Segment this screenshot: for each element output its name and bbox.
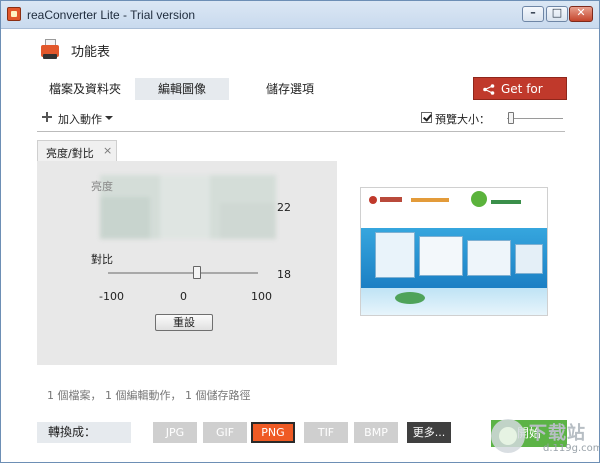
menu-title[interactable]: 功能表 [71, 41, 110, 60]
contrast-slider-track[interactable] [108, 272, 258, 274]
brightness-slider-blurred[interactable] [100, 175, 276, 239]
chevron-down-icon[interactable] [105, 116, 113, 120]
preview-image [360, 187, 548, 316]
app-window: reaConverter Lite - Trial version – □ ✕ … [0, 0, 600, 463]
site-watermark: 下载站 d.119g.com [479, 417, 600, 461]
plus-icon [42, 112, 52, 122]
format-gif-button[interactable]: GIF [203, 422, 247, 443]
brightness-value: 22 [277, 201, 291, 214]
close-icon: ✕ [576, 6, 586, 19]
app-icon [7, 7, 21, 21]
format-png-button[interactable]: PNG [251, 422, 295, 443]
action-tab-label: 亮度/對比 [46, 147, 94, 160]
contrast-mid-label: 0 [180, 290, 187, 303]
toolbar-divider [37, 131, 565, 132]
close-button[interactable]: ✕ [569, 6, 593, 22]
preview-size-slider-track[interactable] [507, 118, 563, 119]
tab-edit-images[interactable]: 編輯圖像 [135, 78, 229, 100]
maximize-button[interactable]: □ [546, 6, 568, 22]
get-for-free-button[interactable]: Get for Free [473, 77, 567, 119]
close-action-icon[interactable]: × [103, 144, 112, 157]
maximize-icon: □ [551, 6, 563, 19]
tab-brightness-contrast[interactable]: 亮度/對比 × [37, 140, 117, 161]
minimize-icon: – [530, 6, 536, 19]
contrast-min-label: -100 [99, 290, 124, 303]
brightness-label: 亮度 [91, 180, 113, 193]
status-summary: 1 個檔案， 1 個編輯動作， 1 個儲存路徑 [47, 389, 251, 402]
preview-size-slider-thumb[interactable] [508, 112, 514, 124]
watermark-url: d.119g.com [543, 443, 600, 454]
format-bmp-button[interactable]: BMP [354, 422, 398, 443]
format-jpg-button[interactable]: JPG [153, 422, 197, 443]
more-formats-button[interactable]: 更多... [407, 422, 451, 443]
convert-to-label: 轉換成： [37, 422, 131, 443]
tab-files-folders[interactable]: 檔案及資料夾 [35, 78, 135, 100]
preview-size-checkbox[interactable] [421, 112, 432, 123]
watermark-logo-icon [491, 419, 525, 453]
printer-icon [39, 37, 61, 61]
watermark-text: 下载站 [529, 423, 586, 444]
format-tif-button[interactable]: TIF [304, 422, 348, 443]
contrast-value: 18 [277, 268, 291, 281]
minimize-button[interactable]: – [522, 6, 544, 22]
contrast-label: 對比 [91, 253, 113, 266]
add-action-label: 加入動作 [58, 113, 102, 126]
contrast-slider-thumb[interactable] [193, 266, 201, 279]
tab-save-options[interactable]: 儲存選項 [245, 78, 335, 100]
window-title: reaConverter Lite - Trial version [27, 8, 196, 22]
reset-button[interactable]: 重設 [155, 314, 213, 331]
action-settings-panel: 亮度 22 對比 18 -100 0 100 重設 [37, 161, 337, 365]
share-icon [483, 84, 495, 95]
contrast-max-label: 100 [251, 290, 272, 303]
title-bar[interactable]: reaConverter Lite - Trial version – □ ✕ [1, 1, 599, 29]
preview-size-label: 預覽大小： [435, 113, 490, 126]
